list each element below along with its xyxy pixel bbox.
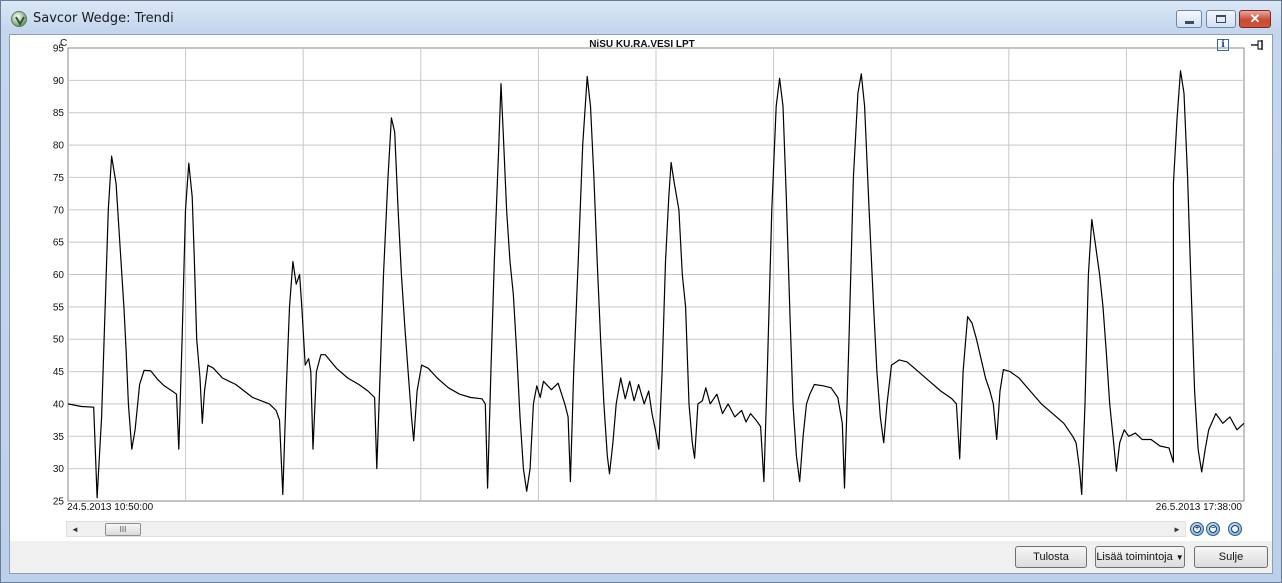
minimize-button[interactable] <box>1176 10 1202 28</box>
zoom-in-button[interactable]: + <box>1190 522 1204 536</box>
y-tick-label: 80 <box>53 141 65 152</box>
close-window-button[interactable]: ✕ <box>1239 10 1271 28</box>
minimize-icon <box>1184 20 1194 24</box>
footer-bar: Tulosta Lisää toimintoja ▼ Sulje <box>9 541 1273 574</box>
y-tick-label: 45 <box>53 367 65 378</box>
close-button[interactable]: Sulje <box>1194 546 1268 568</box>
trend-chart[interactable]: 253035404550556065707580859095 <box>10 35 1274 521</box>
pin-icon[interactable] <box>1250 39 1266 51</box>
y-tick-label: 85 <box>53 108 65 119</box>
print-button[interactable]: Tulosta <box>1015 546 1087 568</box>
close-button-label: Sulje <box>1218 551 1244 563</box>
dropdown-caret-icon: ▼ <box>1175 552 1184 562</box>
y-tick-label: 25 <box>53 497 65 508</box>
zoom-out-icon: − <box>1209 525 1217 533</box>
zoom-fit-icon <box>1231 525 1239 533</box>
y-tick-label: 55 <box>53 302 65 313</box>
zoom-in-icon: + <box>1193 525 1201 533</box>
y-tick-label: 30 <box>53 464 65 475</box>
scroll-right-arrow-icon[interactable]: ► <box>1171 524 1183 535</box>
zoom-fit-button[interactable] <box>1228 522 1242 536</box>
info-icon[interactable]: i <box>1217 39 1229 51</box>
scroll-thumb[interactable]: III <box>105 523 141 536</box>
print-button-label: Tulosta <box>1033 551 1069 563</box>
more-actions-label: Lisää toimintoja <box>1096 551 1173 563</box>
y-tick-label: 35 <box>53 432 65 443</box>
y-tick-label: 60 <box>53 270 65 281</box>
y-tick-label: 40 <box>53 399 65 410</box>
x-axis-start-label: 24.5.2013 10:50:00 <box>67 502 154 513</box>
y-tick-label: 90 <box>53 76 65 87</box>
trend-panel: 25 30 35 40 45 50 55 60 65 70 75 80 85 90 95 C NiSU KU… <box>9 34 1273 574</box>
maximize-button[interactable] <box>1206 10 1236 28</box>
more-actions-button[interactable]: Lisää toimintoja ▼ <box>1095 546 1185 568</box>
y-tick-label: 70 <box>53 205 65 216</box>
time-scrollbar[interactable]: ◄ III ► <box>66 521 1186 537</box>
y-tick-label: 50 <box>53 335 65 346</box>
chart-title: NiSU KU.RA.VESI LPT <box>589 39 695 50</box>
app-window: Savcor Wedge: Trendi ✕ 25 30 35 40 45 50 55 60 6… <box>0 0 1282 583</box>
maximize-icon <box>1216 15 1226 23</box>
window-title: Savcor Wedge: Trendi <box>33 11 174 26</box>
close-icon: ✕ <box>1249 11 1261 26</box>
x-axis-end-label: 26.5.2013 17:38:00 <box>1155 502 1242 513</box>
title-bar[interactable]: Savcor Wedge: Trendi ✕ <box>1 1 1281 34</box>
y-tick-label: 75 <box>53 173 65 184</box>
scroll-left-arrow-icon[interactable]: ◄ <box>69 524 81 535</box>
zoom-out-button[interactable]: − <box>1206 522 1220 536</box>
savcor-logo-icon <box>11 11 27 27</box>
y-tick-label: 65 <box>53 238 65 249</box>
